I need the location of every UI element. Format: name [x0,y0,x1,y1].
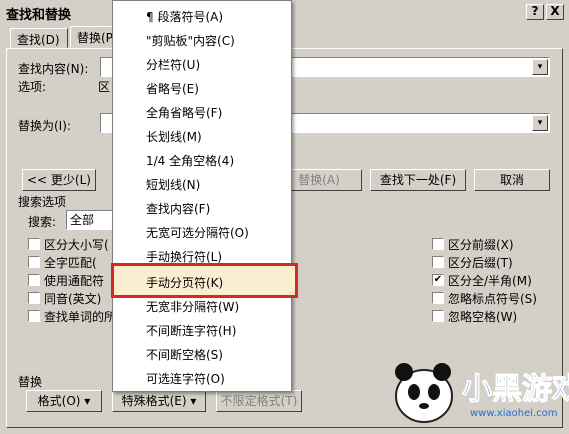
menu-item-find-what[interactable]: 查找内容(F) [146,200,210,217]
close-button[interactable]: X [546,4,564,20]
less-button[interactable]: << 更少(L) [22,169,96,191]
menu-item-fullwidth-ellipsis[interactable]: 全角省略号(F) [146,104,222,121]
menu-items: ¶ 段落符号(A) "剪贴板"内容(C) 分栏符(U) 省略号(E) 全角省略号… [112,0,292,392]
checkbox-match-prefix[interactable] [432,238,444,250]
watermark-logo: 小黑游戏 www.xiaohei.com [390,350,569,430]
check-label-match-width: 区分全/半角(M) [448,274,532,288]
checkbox-wildcards[interactable] [28,274,40,286]
menu-item-optional-hyphen[interactable]: 可选连字符(O) [146,370,225,387]
menu-item-clipboard[interactable]: "剪贴板"内容(C) [146,32,235,49]
watermark-text: 小黑游戏 [462,372,569,408]
menu-item-manual-line-break[interactable]: 手动换行符(L) [146,248,222,265]
menu-item-paragraph-mark[interactable]: ¶ 段落符号(A) [146,8,223,25]
check-label-match-prefix: 区分前缀(X) [448,238,514,252]
replace-label: 替换为(I): [18,119,71,133]
checkbox-match-suffix[interactable] [432,256,444,268]
checkbox-match-case[interactable] [28,238,40,250]
special-format-button[interactable]: 特殊格式(E) ▾ [112,390,206,412]
checkbox-match-width[interactable]: ✔ [432,274,444,286]
menu-item-nonbreaking-hyphen[interactable]: 不间断连字符(H) [146,322,236,339]
check-label-whole-word: 全字匹配( [44,256,97,270]
checkbox-ignore-punct[interactable] [432,292,444,304]
menu-item-column-break[interactable]: 分栏符(U) [146,56,200,73]
menu-item-zero-width-optional[interactable]: 无宽可选分隔符(O) [146,224,249,241]
check-label-ignore-space: 忽略空格(W) [448,310,518,324]
menu-item-em-dash[interactable]: 长划线(M) [146,128,202,145]
help-button[interactable]: ? [526,4,544,20]
find-dropdown-button[interactable]: ▾ [532,59,548,75]
check-label-wildcards: 使用通配符 [44,274,105,288]
menu-item-nonbreaking-space[interactable]: 不间断空格(S) [146,346,223,363]
checkbox-sounds-like[interactable] [28,292,40,304]
check-label-sounds-like: 同音(英文) [44,292,102,306]
options-label: 选项: [18,80,47,94]
menu-item-en-dash[interactable]: 短划线(N) [146,176,200,193]
menu-item-quarter-space[interactable]: 1/4 全角空格(4) [146,152,234,169]
tab-find[interactable]: 查找(D) [10,28,68,48]
menu-item-zero-width-nonbreak[interactable]: 无宽非分隔符(W) [146,298,239,315]
checkbox-whole-word[interactable] [28,256,40,268]
find-label: 查找内容(N): [18,62,89,76]
menu-item-ellipsis[interactable]: 省略号(E) [146,80,199,97]
check-label-ignore-punct: 忽略标点符号(S) [448,292,537,306]
format-button[interactable]: 格式(O) ▾ [26,390,102,412]
options-value: 区 [98,80,111,94]
find-next-button[interactable]: 查找下一处(F) [370,169,466,191]
check-label-word-forms: 查找单词的所 [44,310,117,324]
replace-dropdown-button[interactable]: ▾ [532,115,548,131]
watermark-url: www.xiaohei.com [470,408,558,419]
checkbox-ignore-space[interactable] [432,310,444,322]
no-formatting-button[interactable]: 不限定格式(T) [216,390,302,412]
check-label-match-suffix: 区分后缀(T) [448,256,513,270]
replace-section-heading: 替换 [18,375,43,389]
search-options-heading: 搜索选项 [18,195,67,209]
menu-item-manual-page-break[interactable]: 手动分页符(K) [146,274,223,291]
search-direction-select[interactable]: 全部 [66,210,116,230]
dialog-title: 查找和替换 [6,8,72,23]
cancel-button[interactable]: 取消 [474,169,550,191]
check-label-match-case: 区分大小写( [44,238,109,252]
search-label: 搜索: [28,215,57,229]
checkbox-word-forms[interactable] [28,310,40,322]
